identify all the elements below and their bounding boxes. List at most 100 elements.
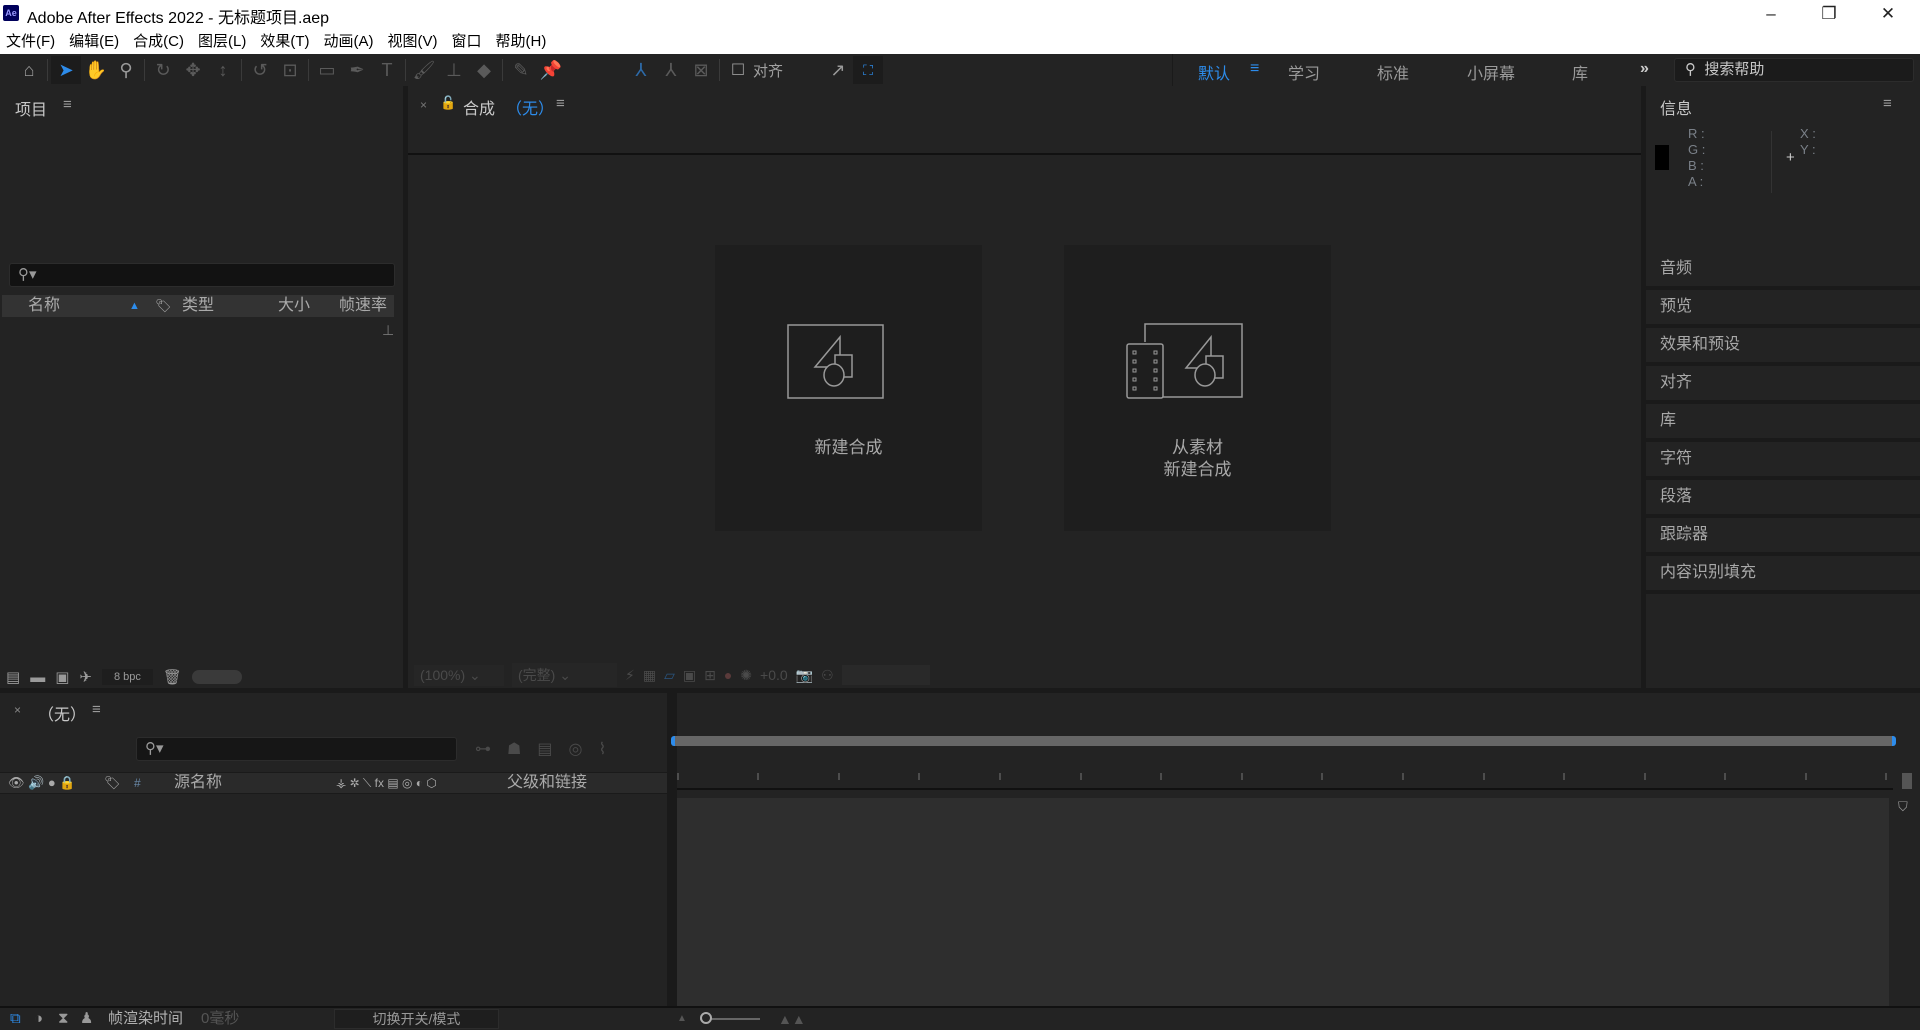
panel-audio[interactable]: 音频: [1646, 252, 1920, 288]
panel-preview[interactable]: 预览: [1646, 290, 1920, 326]
panel-character[interactable]: 字符: [1646, 442, 1920, 478]
bpc-button[interactable]: 8 bpc: [101, 669, 153, 685]
in-out-columns-icon[interactable]: ⧗: [58, 1008, 69, 1030]
panel-menu-icon[interactable]: ≡: [1883, 95, 1892, 112]
rotation-tool-icon[interactable]: ↺: [245, 56, 275, 84]
panel-library[interactable]: 库: [1646, 404, 1920, 440]
menu-edit[interactable]: 编辑(E): [69, 30, 119, 51]
menu-view[interactable]: 视图(V): [387, 30, 437, 51]
thumbnail-slider[interactable]: [191, 670, 242, 684]
close-button[interactable]: ✕: [1860, 0, 1916, 27]
menu-window[interactable]: 窗口: [451, 30, 481, 51]
panel-menu-icon[interactable]: ≡: [63, 96, 72, 113]
trash-icon[interactable]: 🗑: [163, 668, 182, 686]
sort-ascending-icon[interactable]: ▲: [129, 295, 140, 317]
roto-brush-icon[interactable]: ✎: [506, 56, 536, 84]
column-name[interactable]: 名称: [28, 295, 60, 317]
info-panel-title[interactable]: 信息: [1660, 95, 1692, 119]
panel-paragraph[interactable]: 段落: [1646, 480, 1920, 516]
workspace-default[interactable]: 默认: [1198, 60, 1230, 84]
minimize-button[interactable]: –: [1743, 0, 1799, 27]
snap-icon[interactable]: ↗: [823, 56, 853, 84]
menu-help[interactable]: 帮助(H): [496, 30, 547, 51]
timeline-tab[interactable]: （无）: [38, 701, 86, 725]
show-snapshot-icon[interactable]: ⚇: [821, 667, 834, 684]
new-folder-icon[interactable]: ▬: [30, 669, 45, 686]
graph-editor-icon[interactable]: ⌇: [598, 739, 606, 759]
lock-icon[interactable]: 🔓: [440, 95, 456, 111]
clone-stamp-icon[interactable]: ⊥: [439, 56, 469, 84]
rectangle-tool-icon[interactable]: ▭: [312, 56, 342, 84]
region-of-interest-icon[interactable]: ▣: [683, 667, 696, 684]
layer-switches-icons[interactable]: ⚶ ✲ ⟍ fx ▤ ◎ ◐ ⬡: [336, 773, 437, 793]
menu-layer[interactable]: 图层(L): [198, 30, 246, 51]
selection-tool-icon[interactable]: ➤: [51, 56, 81, 84]
menu-effect[interactable]: 效果(T): [260, 30, 309, 51]
zoom-tool-icon[interactable]: ⚲: [111, 56, 141, 84]
column-type[interactable]: 类型: [182, 295, 214, 317]
project-search-input[interactable]: ⚲▾: [9, 263, 395, 287]
project-panel-title[interactable]: 项目: [15, 96, 47, 120]
menu-animation[interactable]: 动画(A): [323, 30, 373, 51]
help-search-input[interactable]: ⚲ 搜索帮助: [1674, 58, 1914, 82]
flowchart-icon[interactable]: ⊥: [382, 322, 394, 339]
panel-content-aware-fill[interactable]: 内容识别填充: [1646, 556, 1920, 592]
timeline-search-input[interactable]: ⚲▾: [136, 737, 457, 761]
timeline-zoom-handle[interactable]: [700, 1012, 712, 1024]
panel-menu-icon[interactable]: ≡: [556, 95, 565, 112]
column-number[interactable]: #: [134, 773, 141, 793]
column-parent-link[interactable]: 父级和链接: [507, 773, 587, 793]
zoom-out-icon[interactable]: ▲: [677, 1008, 687, 1030]
view-axis-icon[interactable]: ⊠: [686, 56, 716, 84]
label-tag-icon[interactable]: 🏷: [155, 295, 172, 317]
reset-exposure-icon[interactable]: ✺: [740, 667, 752, 684]
shy-layers-icon[interactable]: ☗: [507, 739, 521, 759]
more-workspaces-icon[interactable]: »: [1640, 60, 1649, 78]
puppet-pin-icon[interactable]: 📌: [536, 56, 566, 84]
workspace-menu-icon[interactable]: ≡: [1250, 60, 1259, 78]
frame-blending-icon[interactable]: ▤: [537, 739, 552, 759]
panel-tracker[interactable]: 跟踪器: [1646, 518, 1920, 554]
dolly-camera-icon[interactable]: ↕: [208, 56, 238, 84]
local-axis-icon[interactable]: ⅄: [626, 56, 656, 84]
magnification-select[interactable]: (100%) ⌄: [414, 664, 504, 686]
column-size[interactable]: 大小: [278, 295, 310, 317]
timeline-track-area[interactable]: [677, 798, 1889, 1006]
column-source-name[interactable]: 源名称: [174, 773, 222, 793]
grid-guides-icon[interactable]: ⊞: [704, 667, 716, 684]
motion-blur-icon[interactable]: ◎: [568, 739, 582, 759]
eraser-tool-icon[interactable]: ◆: [469, 56, 499, 84]
av-switches-icons[interactable]: 👁 🔊 ● 🔒: [8, 773, 76, 793]
composition-tab-title[interactable]: 合成: [463, 95, 495, 119]
stretch-columns-icon[interactable]: ♟: [80, 1008, 93, 1030]
workspace-standard[interactable]: 标准: [1377, 60, 1409, 84]
type-tool-icon[interactable]: T: [372, 56, 402, 84]
pen-tool-icon[interactable]: ✒: [342, 56, 372, 84]
resolution-select[interactable]: (完整) ⌄: [512, 663, 617, 687]
time-navigator-handle[interactable]: [1902, 773, 1912, 789]
world-axis-icon[interactable]: ⅄: [656, 56, 686, 84]
close-tab-icon[interactable]: ×: [420, 98, 427, 112]
comp-flowchart-icon[interactable]: ⊶: [475, 739, 491, 759]
pan-camera-icon[interactable]: ✥: [178, 56, 208, 84]
transparency-grid-icon[interactable]: ▦: [643, 667, 656, 684]
panel-menu-icon[interactable]: ≡: [92, 701, 101, 718]
toggle-switches-modes-button[interactable]: 切换开关/模式: [334, 1009, 499, 1029]
orbit-camera-icon[interactable]: ↻: [148, 56, 178, 84]
snapping-frame-icon[interactable]: ⛶: [853, 56, 884, 84]
panel-align[interactable]: 对齐: [1646, 366, 1920, 402]
home-icon[interactable]: ⌂: [14, 56, 44, 84]
anchor-tool-icon[interactable]: ⊡: [275, 56, 305, 84]
render-queue-icon[interactable]: ✈: [79, 668, 92, 686]
zoom-in-icon[interactable]: ▲▲: [778, 1008, 806, 1030]
exposure-value[interactable]: +0.0: [760, 667, 788, 683]
panel-effects-presets[interactable]: 效果和预设: [1646, 328, 1920, 364]
channel-icon[interactable]: ●: [724, 667, 732, 683]
new-composition-icon[interactable]: ▣: [55, 668, 69, 686]
preview-render-field[interactable]: [841, 665, 930, 685]
fast-previews-icon[interactable]: ⚡: [625, 667, 635, 684]
new-comp-from-footage-tile[interactable]: 从素材 新建合成: [1064, 245, 1331, 531]
time-ruler[interactable]: [677, 768, 1893, 790]
menu-file[interactable]: 文件(F): [6, 30, 55, 51]
mask-visibility-icon[interactable]: ▱: [664, 667, 675, 684]
